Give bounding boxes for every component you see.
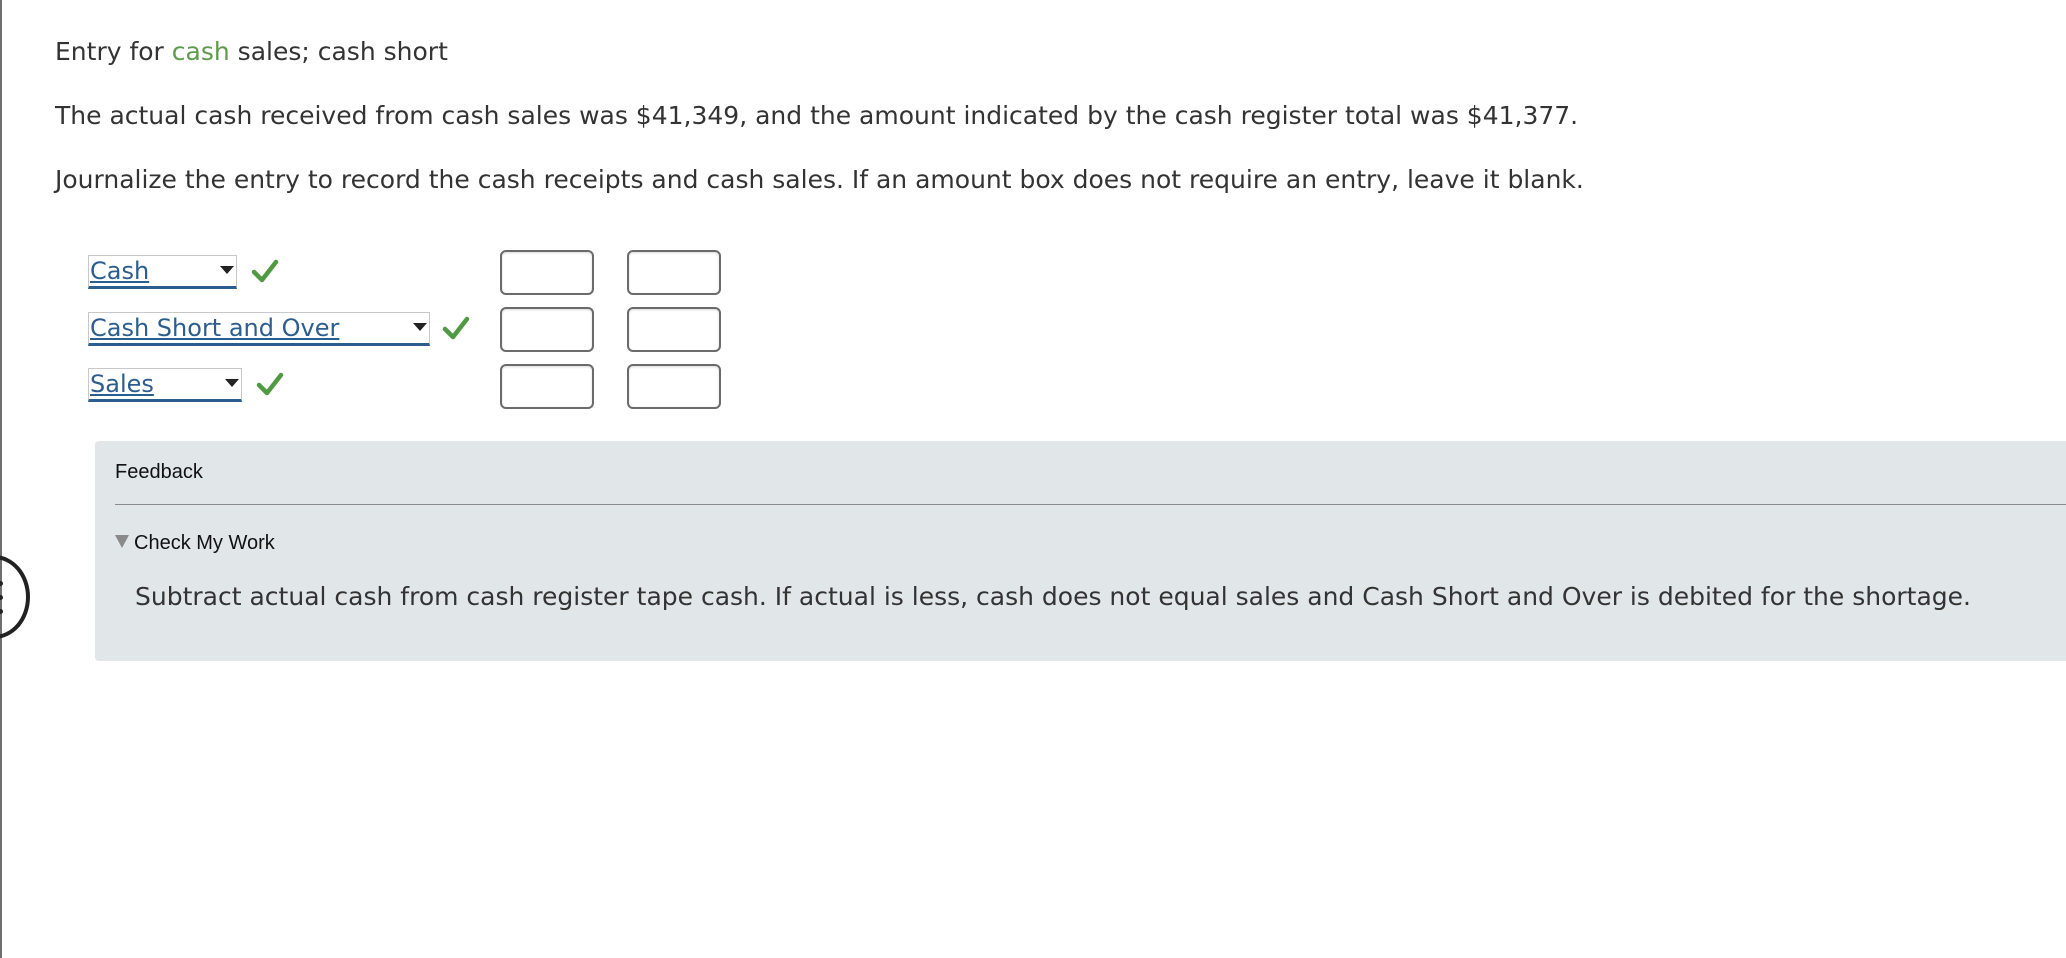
credit-amount-input[interactable] xyxy=(627,307,721,352)
account-select-value: Sales xyxy=(90,370,154,398)
account-select-value: Cash xyxy=(90,257,150,285)
debit-amount-input[interactable] xyxy=(500,250,594,295)
title-highlight: cash xyxy=(171,37,230,66)
debit-amount-input[interactable] xyxy=(500,364,594,409)
page-left-border xyxy=(0,0,2,958)
checkmark-icon xyxy=(251,259,279,283)
problem-instructions: Journalize the entry to record the cash … xyxy=(55,165,1584,194)
chevron-down-icon xyxy=(225,379,239,387)
feedback-text: Subtract actual cash from cash register … xyxy=(135,582,1971,611)
account-select-cash[interactable]: Cash xyxy=(88,255,237,289)
feedback-heading: Feedback xyxy=(115,461,203,483)
triangle-down-icon xyxy=(115,535,129,548)
journal-row: Cash Short and Over xyxy=(88,307,748,352)
chevron-down-icon xyxy=(413,323,427,331)
journal-row: Sales xyxy=(88,364,748,409)
feedback-divider xyxy=(115,504,2066,505)
account-select-cash-short-and-over[interactable]: Cash Short and Over xyxy=(88,312,430,346)
credit-amount-input[interactable] xyxy=(627,364,721,409)
title-prefix: Entry for xyxy=(55,37,172,66)
title-suffix: sales; cash short xyxy=(229,37,448,66)
grip-icon xyxy=(0,572,6,622)
account-select-sales[interactable]: Sales xyxy=(88,368,242,402)
account-select-value: Cash Short and Over xyxy=(90,314,340,342)
feedback-panel: Feedback Check My Work Subtract actual c… xyxy=(95,441,2066,661)
problem-statement: The actual cash received from cash sales… xyxy=(55,101,1579,130)
journal-row: Cash xyxy=(88,250,748,295)
chevron-down-icon xyxy=(220,266,234,274)
check-my-work-label: Check My Work xyxy=(134,532,275,554)
problem-title: Entry for cash sales; cash short xyxy=(55,36,448,68)
debit-amount-input[interactable] xyxy=(500,307,594,352)
credit-amount-input[interactable] xyxy=(627,250,721,295)
checkmark-icon xyxy=(256,372,284,396)
checkmark-icon xyxy=(442,316,470,340)
